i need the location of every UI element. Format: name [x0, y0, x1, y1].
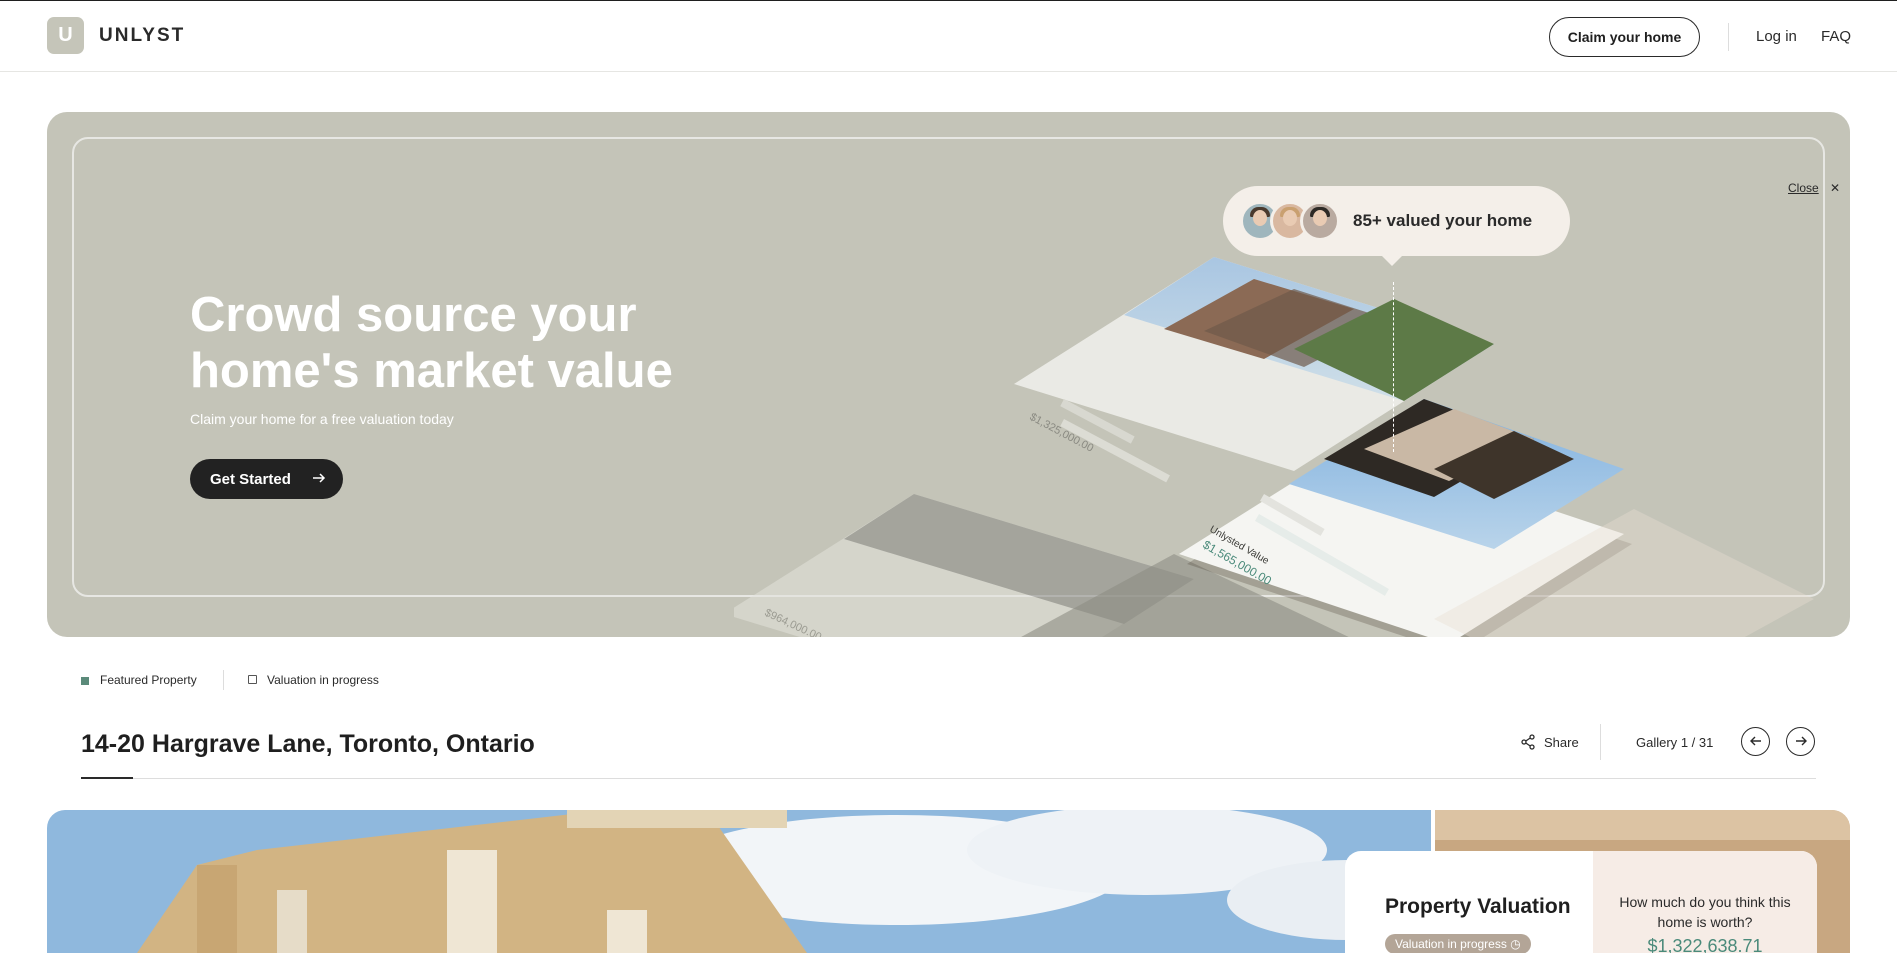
gallery-prev-button[interactable]: [1741, 727, 1770, 756]
valuation-amount: $1,322,638.71: [1647, 936, 1763, 953]
meta-divider: [223, 670, 224, 690]
gallery-label: Gallery: [1636, 735, 1678, 750]
valued-bubble: 85+ valued your home: [1223, 186, 1570, 256]
arrow-right-icon: [311, 470, 327, 490]
valuation-status-tag: Valuation in progress: [267, 673, 379, 687]
gallery-counter: Gallery 1 / 31: [1636, 735, 1713, 750]
gallery-position: 1 / 31: [1680, 735, 1714, 750]
active-tab-indicator: [81, 777, 133, 779]
dashed-connector: [1393, 282, 1394, 452]
hero-title: Crowd source your home's market value: [190, 288, 673, 398]
site-header: U UNLYST Claim your home Log in FAQ: [0, 1, 1897, 72]
avatar: [1300, 201, 1340, 241]
claim-home-button[interactable]: Claim your home: [1549, 17, 1700, 57]
section-rule: [81, 778, 1816, 779]
login-link[interactable]: Log in: [1756, 28, 1797, 45]
property-cards-illustration: $964,000.00 $1,325,000.00 Unlysted Value…: [734, 257, 1814, 637]
valuation-card: Property Valuation Valuation in progress…: [1345, 851, 1817, 953]
tools-divider: [1600, 724, 1601, 760]
hero-frame: Crowd source your home's market value Cl…: [72, 137, 1840, 637]
get-started-label: Get Started: [210, 470, 291, 488]
valuation-title: Property Valuation: [1385, 895, 1571, 918]
bubble-tail: [1380, 254, 1404, 266]
valuation-question: How much do you think this home is worth…: [1619, 894, 1791, 930]
valuation-badge-label: Valuation in progress: [1395, 937, 1507, 951]
property-address: 14-20 Hargrave Lane, Toronto, Ontario: [81, 730, 535, 758]
gallery-next-button[interactable]: [1786, 727, 1815, 756]
hero-banner: Crowd source your home's market value Cl…: [47, 112, 1850, 637]
share-icon[interactable]: [1520, 734, 1536, 753]
close-link[interactable]: Close: [1788, 181, 1819, 195]
featured-property-tag: Featured Property: [100, 673, 197, 687]
clock-icon: ◷: [1510, 937, 1521, 951]
logo-mark[interactable]: U: [47, 17, 84, 54]
featured-marker-icon: [81, 677, 89, 685]
share-button[interactable]: Share: [1544, 735, 1579, 750]
valued-count-text: 85+ valued your home: [1353, 211, 1533, 230]
get-started-button[interactable]: Get Started: [190, 459, 343, 499]
calendar-icon: [248, 675, 257, 684]
close-icon[interactable]: ✕: [1830, 181, 1840, 195]
hero-subtitle: Claim your home for a free valuation tod…: [190, 411, 454, 427]
brand-name[interactable]: UNLYST: [99, 25, 185, 47]
header-divider: [1728, 23, 1729, 51]
valuation-status-badge: Valuation in progress ◷: [1385, 934, 1531, 953]
faq-link[interactable]: FAQ: [1821, 28, 1851, 45]
